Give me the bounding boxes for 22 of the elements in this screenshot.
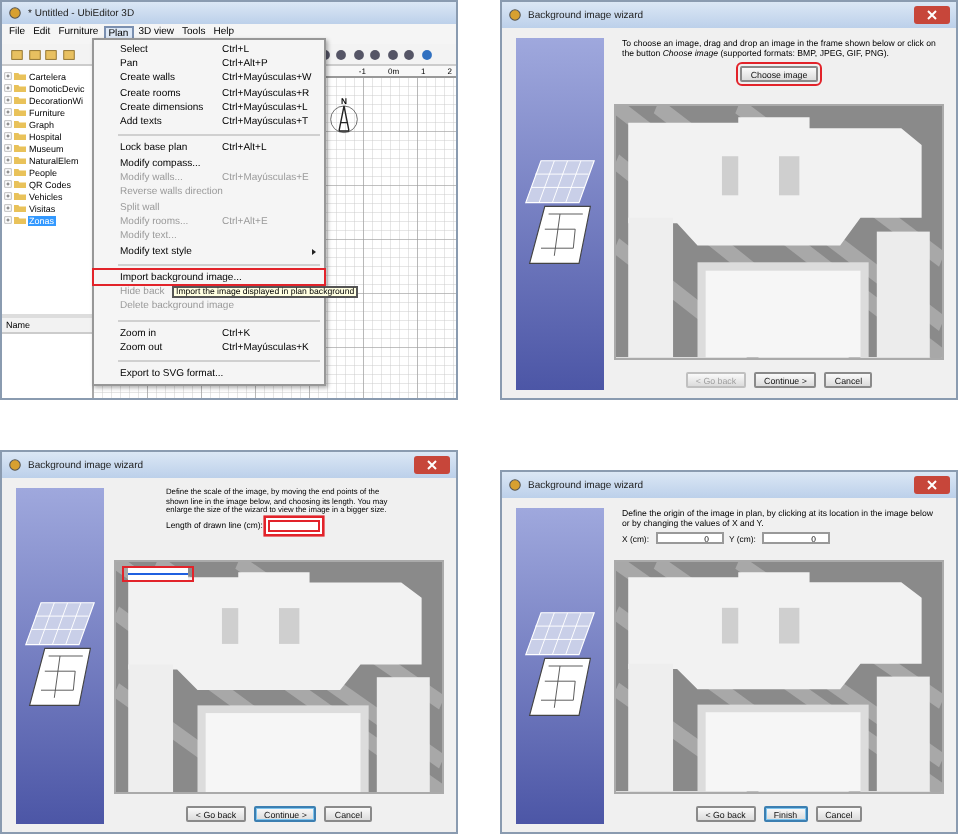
- close-icon[interactable]: [914, 6, 950, 24]
- expand-icon[interactable]: [4, 120, 12, 128]
- length-spinner-field[interactable]: [268, 519, 321, 532]
- close-icon[interactable]: [414, 456, 450, 474]
- expand-icon[interactable]: [4, 168, 12, 176]
- expand-icon[interactable]: [4, 192, 12, 200]
- app-icon: [508, 8, 522, 22]
- expand-icon[interactable]: [4, 156, 12, 164]
- expand-icon[interactable]: [4, 204, 12, 212]
- submenu-arrow-icon: [310, 247, 318, 255]
- expand-icon[interactable]: [4, 216, 12, 224]
- expand-icon[interactable]: [4, 180, 12, 188]
- expand-icon[interactable]: [4, 132, 12, 140]
- close-icon[interactable]: [914, 476, 950, 494]
- app-icon: [8, 458, 22, 472]
- app-icon: [8, 6, 22, 20]
- expand-icon[interactable]: [4, 96, 12, 104]
- app-icon: [508, 478, 522, 492]
- expand-icon[interactable]: [4, 108, 12, 116]
- expand-icon[interactable]: [4, 144, 12, 152]
- expand-icon[interactable]: [4, 72, 12, 80]
- expand-icon[interactable]: [4, 84, 12, 92]
